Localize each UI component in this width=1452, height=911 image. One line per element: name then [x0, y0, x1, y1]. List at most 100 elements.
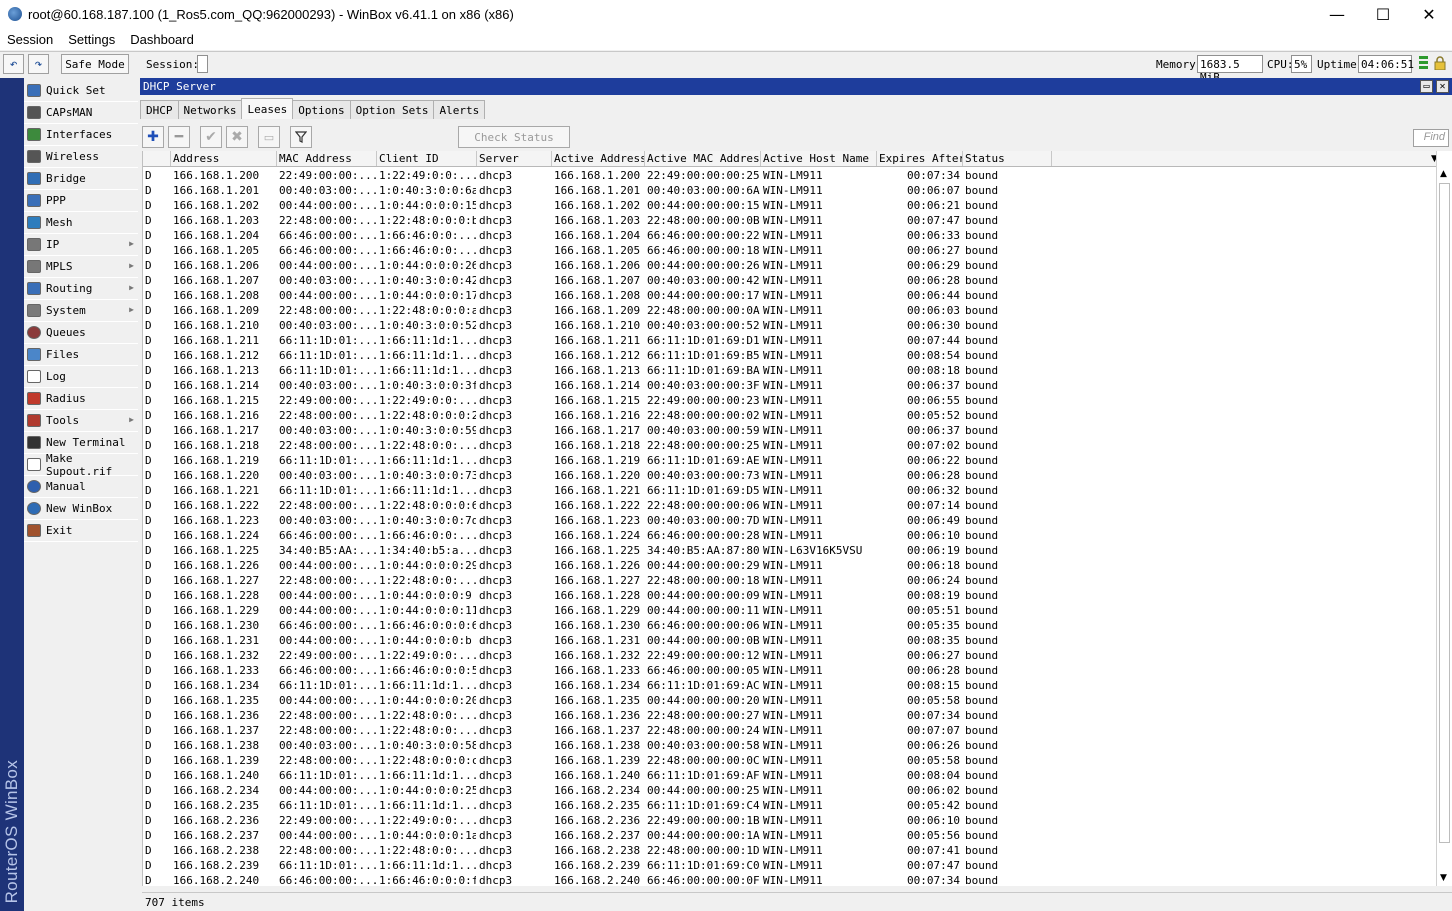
column-header-expires-after[interactable]: Expires After: [877, 151, 963, 166]
session-field[interactable]: [197, 55, 208, 73]
tab-alerts[interactable]: Alerts: [433, 100, 486, 119]
table-row[interactable]: D 166.168.1.224 66:46:00:00:... 1:66:46:0:0…: [143, 528, 1436, 543]
table-row[interactable]: D 166.168.2.240 66:46:00:00:... 1:66:46:0:0…: [143, 873, 1436, 886]
undo-button[interactable]: ↶: [3, 54, 24, 74]
table-row[interactable]: D 166.168.2.239 66:11:1D:01:... 1:66:11:1d:…: [143, 858, 1436, 873]
table-row[interactable]: D 166.168.1.234 66:11:1D:01:... 1:66:11:1d:…: [143, 678, 1436, 693]
scroll-up-arrow-icon[interactable]: ▲: [1440, 169, 1447, 179]
scroll-thumb[interactable]: [1439, 183, 1450, 843]
tab-option-sets[interactable]: Option Sets: [349, 100, 435, 119]
tab-leases[interactable]: Leases: [241, 98, 294, 119]
column-header-active-address[interactable]: Active Address: [552, 151, 645, 166]
table-row[interactable]: D 166.168.1.218 22:48:00:00:... 1:22:48:0:0…: [143, 438, 1436, 453]
sidebar-item-system[interactable]: System ▶: [24, 300, 138, 322]
column-header-address[interactable]: Address: [171, 151, 277, 166]
sidebar-item-log[interactable]: Log: [24, 366, 138, 388]
tab-networks[interactable]: Networks: [177, 100, 243, 119]
remove-button[interactable]: ━: [168, 126, 190, 148]
table-row[interactable]: D 166.168.1.240 66:11:1D:01:... 1:66:11:1d:…: [143, 768, 1436, 783]
table-row[interactable]: D 166.168.1.227 22:48:00:00:... 1:22:48:0:0…: [143, 573, 1436, 588]
table-row[interactable]: D 166.168.1.217 00:40:03:00:... 1:0:40:3:0:…: [143, 423, 1436, 438]
column-header-client-id[interactable]: Client ID: [377, 151, 477, 166]
sidebar-item-files[interactable]: Files: [24, 344, 138, 366]
enable-button[interactable]: ✔: [200, 126, 222, 148]
table-row[interactable]: D 166.168.1.203 22:48:00:00:... 1:22:48:0:0…: [143, 213, 1436, 228]
table-row[interactable]: D 166.168.1.231 00:44:00:00:... 1:0:44:0:0:…: [143, 633, 1436, 648]
table-row[interactable]: D 166.168.1.215 22:49:00:00:... 1:22:49:0:0…: [143, 393, 1436, 408]
table-row[interactable]: D 166.168.1.225 34:40:B5:AA:... 1:34:40:b5:…: [143, 543, 1436, 558]
table-row[interactable]: D 166.168.1.222 22:48:00:00:... 1:22:48:0:0…: [143, 498, 1436, 513]
table-row[interactable]: D 166.168.1.239 22:48:00:00:... 1:22:48:0:0…: [143, 753, 1436, 768]
sidebar-item-capsman[interactable]: CAPsMAN: [24, 102, 138, 124]
table-row[interactable]: D 166.168.1.221 66:11:1D:01:... 1:66:11:1d:…: [143, 483, 1436, 498]
menu-dashboard[interactable]: Dashboard: [123, 32, 202, 47]
sidebar-item-mesh[interactable]: Mesh: [24, 212, 138, 234]
table-row[interactable]: D 166.168.2.236 22:49:00:00:... 1:22:49:0:0…: [143, 813, 1436, 828]
table-row[interactable]: D 166.168.1.223 00:40:03:00:... 1:0:40:3:0:…: [143, 513, 1436, 528]
table-row[interactable]: D 166.168.1.210 00:40:03:00:... 1:0:40:3:0:…: [143, 318, 1436, 333]
vertical-scrollbar[interactable]: ▲ ▼: [1436, 151, 1452, 886]
table-row[interactable]: D 166.168.1.235 00:44:00:00:... 1:0:44:0:0:…: [143, 693, 1436, 708]
table-row[interactable]: D 166.168.1.213 66:11:1D:01:... 1:66:11:1d:…: [143, 363, 1436, 378]
table-row[interactable]: D 166.168.1.237 22:48:00:00:... 1:22:48:0:0…: [143, 723, 1436, 738]
tab-options[interactable]: Options: [292, 100, 351, 119]
scroll-down-arrow-icon[interactable]: ▼: [1440, 873, 1447, 883]
table-row[interactable]: D 166.168.1.228 00:44:00:00:... 1:0:44:0:0:…: [143, 588, 1436, 603]
sidebar-item-interfaces[interactable]: Interfaces: [24, 124, 138, 146]
table-row[interactable]: D 166.168.1.232 22:49:00:00:... 1:22:49:0:0…: [143, 648, 1436, 663]
sidebar-item-routing[interactable]: Routing ▶: [24, 278, 138, 300]
table-row[interactable]: D 166.168.1.211 66:11:1D:01:... 1:66:11:1d:…: [143, 333, 1436, 348]
table-row[interactable]: D 166.168.1.238 00:40:03:00:... 1:0:40:3:0:…: [143, 738, 1436, 753]
table-row[interactable]: D 166.168.1.207 00:40:03:00:... 1:0:40:3:0:…: [143, 273, 1436, 288]
redo-button[interactable]: ↷: [28, 54, 49, 74]
table-row[interactable]: D 166.168.1.233 66:46:00:00:... 1:66:46:0:0…: [143, 663, 1436, 678]
sidebar-item-mpls[interactable]: MPLS ▶: [24, 256, 138, 278]
sidebar-item-radius[interactable]: Radius: [24, 388, 138, 410]
sidebar-item-manual[interactable]: Manual: [24, 476, 138, 498]
table-row[interactable]: D 166.168.2.238 22:48:00:00:... 1:22:48:0:0…: [143, 843, 1436, 858]
table-row[interactable]: D 166.168.1.200 22:49:00:00:... 1:22:49:0:0…: [143, 168, 1436, 183]
sidebar-item-exit[interactable]: Exit: [24, 520, 138, 542]
table-row[interactable]: D 166.168.1.220 00:40:03:00:... 1:0:40:3:0:…: [143, 468, 1436, 483]
sidebar-item-new-winbox[interactable]: New WinBox: [24, 498, 138, 520]
table-row[interactable]: D 166.168.1.209 22:48:00:00:... 1:22:48:0:0…: [143, 303, 1436, 318]
maximize-button[interactable]: ☐: [1360, 0, 1406, 28]
column-header-active-host-name[interactable]: Active Host Name: [761, 151, 877, 166]
tab-dhcp[interactable]: DHCP: [140, 100, 179, 119]
table-row[interactable]: D 166.168.1.236 22:48:00:00:... 1:22:48:0:0…: [143, 708, 1436, 723]
close-button[interactable]: ✕: [1406, 0, 1452, 28]
table-row[interactable]: D 166.168.1.205 66:46:00:00:... 1:66:46:0:0…: [143, 243, 1436, 258]
sidebar-item-tools[interactable]: Tools ▶: [24, 410, 138, 432]
minimize-button[interactable]: —: [1314, 0, 1360, 28]
table-row[interactable]: D 166.168.1.219 66:11:1D:01:... 1:66:11:1d:…: [143, 453, 1436, 468]
table-row[interactable]: D 166.168.1.202 00:44:00:00:... 1:0:44:0:0:…: [143, 198, 1436, 213]
table-row[interactable]: D 166.168.1.226 00:44:00:00:... 1:0:44:0:0:…: [143, 558, 1436, 573]
table-row[interactable]: D 166.168.1.216 22:48:00:00:... 1:22:48:0:0…: [143, 408, 1436, 423]
add-button[interactable]: ✚: [142, 126, 164, 148]
disable-button[interactable]: ✖: [226, 126, 248, 148]
column-header-mac-address[interactable]: MAC Address: [277, 151, 377, 166]
sidebar-item-wireless[interactable]: Wireless: [24, 146, 138, 168]
table-row[interactable]: D 166.168.1.206 00:44:00:00:... 1:0:44:0:0:…: [143, 258, 1436, 273]
sidebar-item-ip[interactable]: IP ▶: [24, 234, 138, 256]
column-header-status[interactable]: Status: [963, 151, 1052, 166]
table-row[interactable]: D 166.168.2.235 66:11:1D:01:... 1:66:11:1d:…: [143, 798, 1436, 813]
table-row[interactable]: D 166.168.1.214 00:40:03:00:... 1:0:40:3:0:…: [143, 378, 1436, 393]
table-row[interactable]: D 166.168.1.212 66:11:1D:01:... 1:66:11:1d:…: [143, 348, 1436, 363]
comment-button[interactable]: ▭: [258, 126, 280, 148]
menu-settings[interactable]: Settings: [61, 32, 123, 47]
table-row[interactable]: D 166.168.2.234 00:44:00:00:... 1:0:44:0:0:…: [143, 783, 1436, 798]
window-restore-button[interactable]: ▭: [1420, 80, 1433, 93]
sidebar-item-queues[interactable]: Queues: [24, 322, 138, 344]
filter-button[interactable]: [290, 126, 312, 148]
table-row[interactable]: D 166.168.1.201 00:40:03:00:... 1:0:40:3:0:…: [143, 183, 1436, 198]
table-row[interactable]: D 166.168.1.204 66:46:00:00:... 1:66:46:0:0…: [143, 228, 1436, 243]
table-row[interactable]: D 166.168.2.237 00:44:00:00:... 1:0:44:0:0:…: [143, 828, 1436, 843]
column-header-active-mac-address[interactable]: Active MAC Address: [645, 151, 761, 166]
safe-mode-button[interactable]: Safe Mode: [61, 54, 129, 74]
window-close-button[interactable]: ✕: [1436, 80, 1449, 93]
sidebar-item-make-supout-rif[interactable]: Make Supout.rif: [24, 452, 138, 478]
menu-session[interactable]: Session: [0, 32, 61, 47]
sidebar-item-bridge[interactable]: Bridge: [24, 168, 138, 190]
table-row[interactable]: D 166.168.1.208 00:44:00:00:... 1:0:44:0:0:…: [143, 288, 1436, 303]
